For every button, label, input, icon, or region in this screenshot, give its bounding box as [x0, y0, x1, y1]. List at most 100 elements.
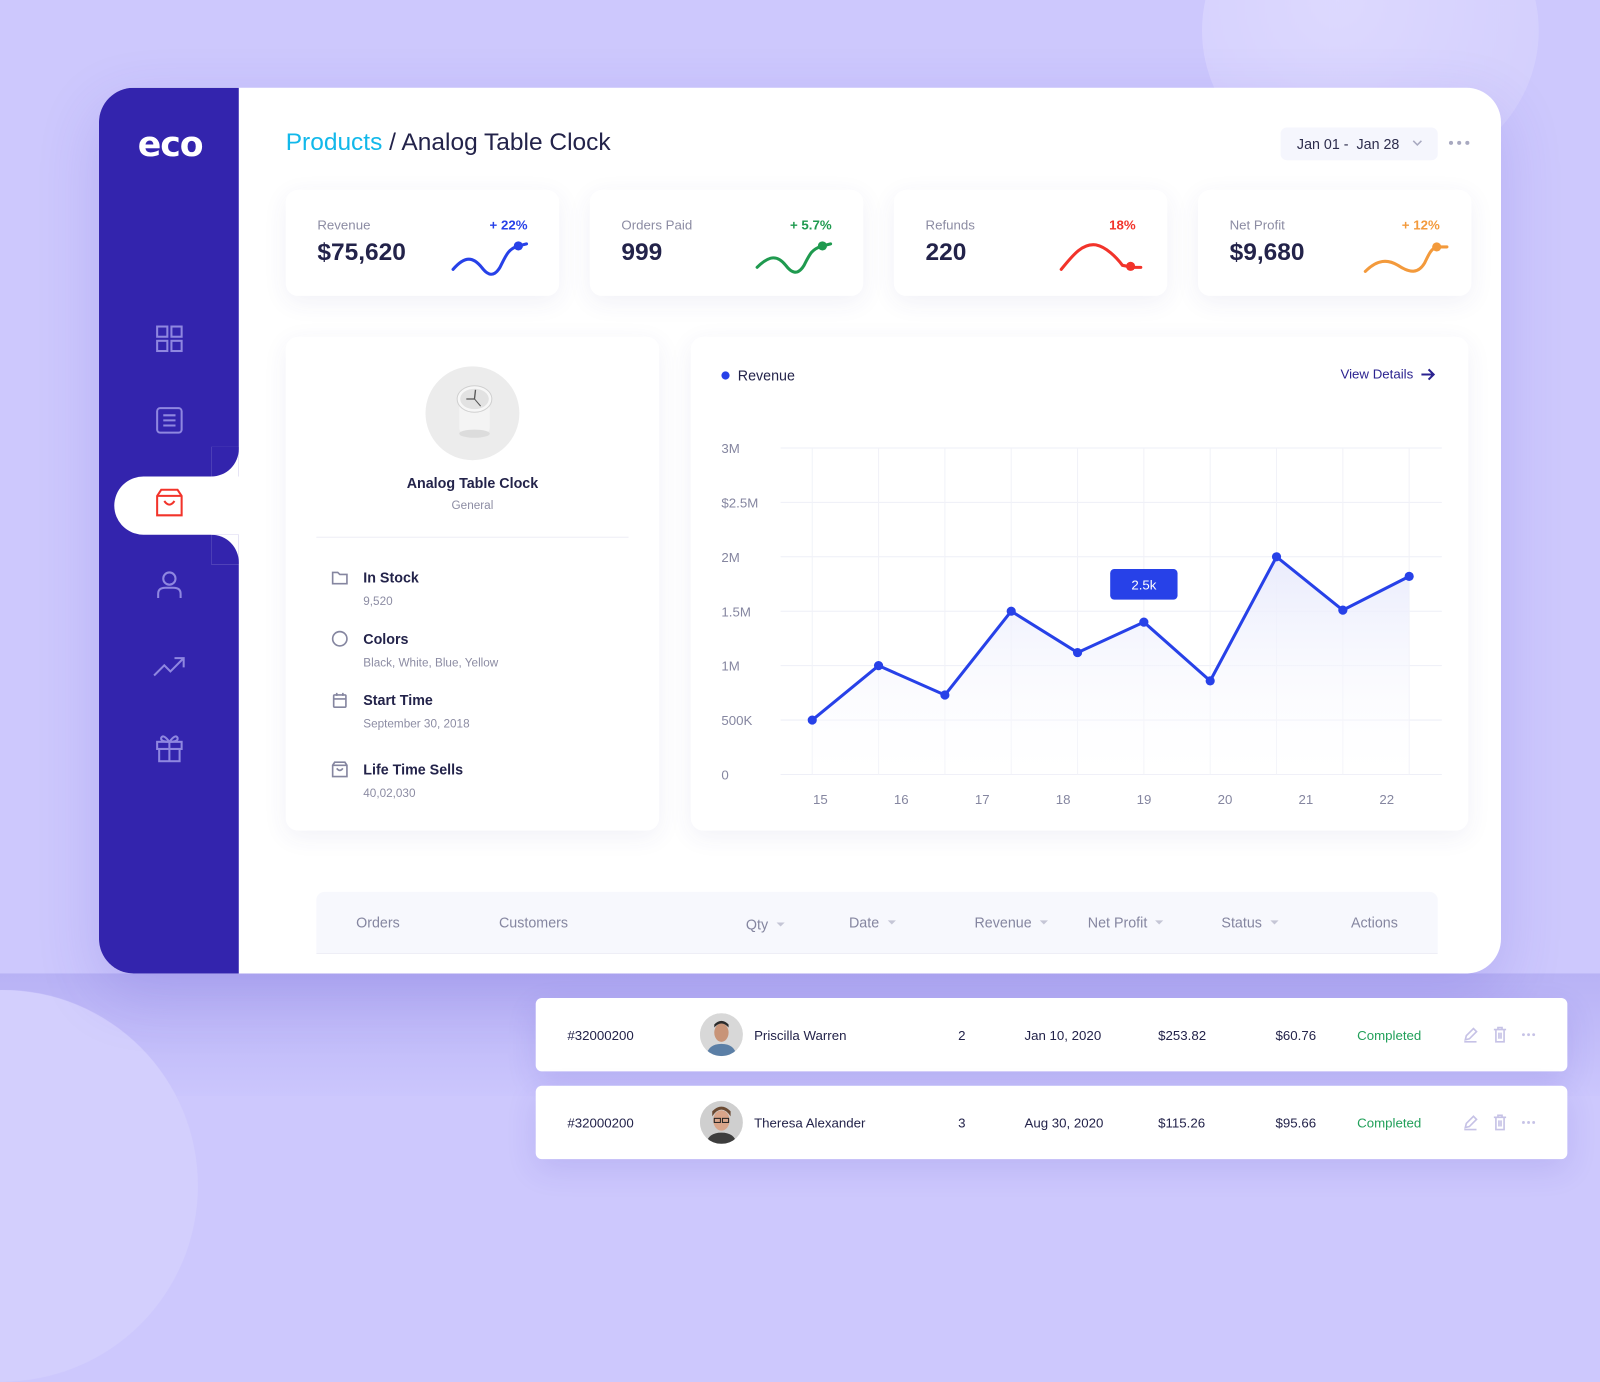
page-title: Products / Analog Table Clock: [286, 129, 611, 158]
revenue-chart-card: Revenue View Details 0 500K 1M 1.5M 2M $2.5M 3…: [690, 336, 1469, 831]
cell-revenue: $253.82: [1158, 1027, 1207, 1043]
attribute-value: 40,02,030: [363, 787, 416, 800]
revenue-line-chart: 0 500K 1M 1.5M 2M $2.5M 3M 15 16 17 18 19 20 21 22 2.5k: [721, 441, 1442, 807]
column-header-date[interactable]: Date: [848, 914, 896, 931]
y-tick-label: $2.5M: [721, 495, 758, 510]
product-image: [425, 366, 520, 461]
sparkline: [755, 241, 833, 274]
more-options-icon[interactable]: [1519, 1026, 1537, 1044]
attribute-label: Start Time: [363, 691, 433, 709]
sparkline: [1059, 243, 1143, 271]
stat-label: Refunds: [925, 217, 975, 233]
attribute-value: 9,520: [363, 595, 393, 609]
column-header-orders[interactable]: Orders: [356, 914, 400, 930]
sparkline: [451, 241, 529, 276]
y-tick-label: 1M: [721, 659, 739, 674]
cell-revenue: $115.26: [1158, 1115, 1206, 1131]
attribute-label: Life Time Sells: [363, 761, 464, 778]
column-header-actions[interactable]: Actions: [1351, 914, 1398, 930]
trash-icon[interactable]: [1491, 1113, 1509, 1131]
table-header: Orders Customers Qty Date Revenue Net Profit S…: [316, 891, 1438, 955]
x-tick-label: 15: [813, 792, 828, 807]
cell-order: #32000200: [567, 1115, 634, 1131]
cell-qty: 2: [958, 1027, 966, 1043]
sidebar-item-products[interactable]: [144, 478, 195, 529]
x-tick-label: 18: [1056, 792, 1071, 807]
column-header-customers[interactable]: Customers: [499, 914, 568, 930]
clock-image: [456, 385, 493, 438]
sidebar-item-documents[interactable]: [144, 395, 195, 446]
date-range-picker[interactable]: Jan 01 - Jan 28: [1280, 127, 1438, 161]
column-header-qty[interactable]: Qty: [746, 916, 785, 933]
column-header-label: Customers: [498, 914, 569, 931]
stat-label: Revenue: [317, 217, 371, 233]
x-tick-label: 19: [1137, 792, 1152, 807]
column-header-revenue[interactable]: Revenue: [974, 914, 1048, 931]
folder-icon: [331, 571, 348, 585]
grid-icon: [156, 325, 183, 353]
data-point: [807, 715, 817, 725]
breadcrumb-current: Analog Table Clock: [401, 128, 611, 157]
sidebar-item-dashboard[interactable]: [144, 313, 195, 364]
table-row[interactable]: #32000200 Priscilla Warren 2 Jan 10, 2020 $2…: [535, 997, 1568, 1072]
y-tick-label: 500K: [721, 713, 752, 728]
stat-delta: + 5.7%: [789, 217, 832, 233]
data-point: [1006, 606, 1016, 616]
column-header-label: Net Profit: [1087, 914, 1148, 931]
x-tick-label: 17: [975, 792, 990, 807]
orders-table: Orders Customers Qty Date Revenue Net Profit S…: [285, 871, 1469, 974]
sparkline: [1363, 242, 1449, 273]
column-header-label: Date: [848, 914, 880, 931]
y-tick-label: 2M: [721, 550, 739, 565]
edit-icon[interactable]: [1461, 1026, 1479, 1044]
main-content: Products / Analog Table Clock Jan 01 - J…: [239, 88, 1501, 974]
trending-up-icon: [153, 657, 185, 677]
trash-icon[interactable]: [1491, 1026, 1509, 1044]
avatar: [699, 1101, 743, 1144]
data-point: [940, 690, 950, 700]
logo: eco: [137, 124, 204, 166]
column-header-net-profit[interactable]: Net Profit: [1087, 914, 1164, 931]
cell-customer: Theresa Alexander: [754, 1115, 866, 1131]
edit-icon[interactable]: [1461, 1113, 1479, 1131]
cell-qty: 3: [958, 1115, 966, 1131]
x-tick-label: 16: [894, 792, 909, 807]
sort-caret-icon: [1039, 920, 1048, 925]
bag-icon: [331, 761, 348, 778]
y-tick-label: 0: [721, 768, 728, 783]
y-tick-label: 1.5M: [721, 604, 750, 619]
sidebar-item-customers[interactable]: [144, 559, 195, 610]
product-card: Analog Table Clock General In Stock 9,52…: [285, 336, 660, 831]
data-point: [1072, 647, 1083, 658]
circle-icon: [331, 630, 348, 647]
sort-caret-icon: [1155, 920, 1164, 925]
list-doc-icon: [156, 407, 183, 434]
column-header-label: Revenue: [974, 914, 1032, 931]
stat-label: Orders Paid: [621, 217, 693, 233]
avatar: [699, 1013, 743, 1057]
attribute-label: Colors: [363, 630, 409, 647]
stat-delta: + 22%: [489, 217, 528, 233]
shopping-bag-icon: [156, 488, 183, 517]
stat-delta: + 12%: [1401, 217, 1440, 233]
product-name: Analog Table Clock: [406, 474, 539, 491]
chevron-down-icon: [1412, 140, 1422, 146]
sidebar-item-analytics[interactable]: [144, 641, 195, 692]
sidebar-item-rewards[interactable]: [144, 722, 195, 773]
cell-order: #32000200: [567, 1027, 634, 1043]
stat-card-net-profit: Net Profit $9,680 + 12%: [1197, 189, 1472, 296]
gift-icon: [156, 735, 183, 763]
table-row[interactable]: #32000200 Theresa Alexander 3 Aug 30, 2020 $…: [535, 1085, 1568, 1160]
date-range-value: Jan 01 - Jan 28: [1296, 135, 1400, 153]
more-options-icon[interactable]: [1519, 1113, 1537, 1131]
column-header-label: Status: [1221, 914, 1262, 931]
data-point: [1338, 605, 1348, 615]
column-header-status[interactable]: Status: [1221, 914, 1279, 931]
product-category: General: [451, 499, 494, 513]
data-point: [1404, 571, 1414, 581]
breadcrumb-products[interactable]: Products: [286, 129, 383, 157]
stat-value: $75,620: [317, 238, 406, 267]
column-header-label: Orders: [356, 914, 400, 931]
divider: [316, 536, 629, 538]
more-options-icon[interactable]: [1447, 135, 1471, 151]
